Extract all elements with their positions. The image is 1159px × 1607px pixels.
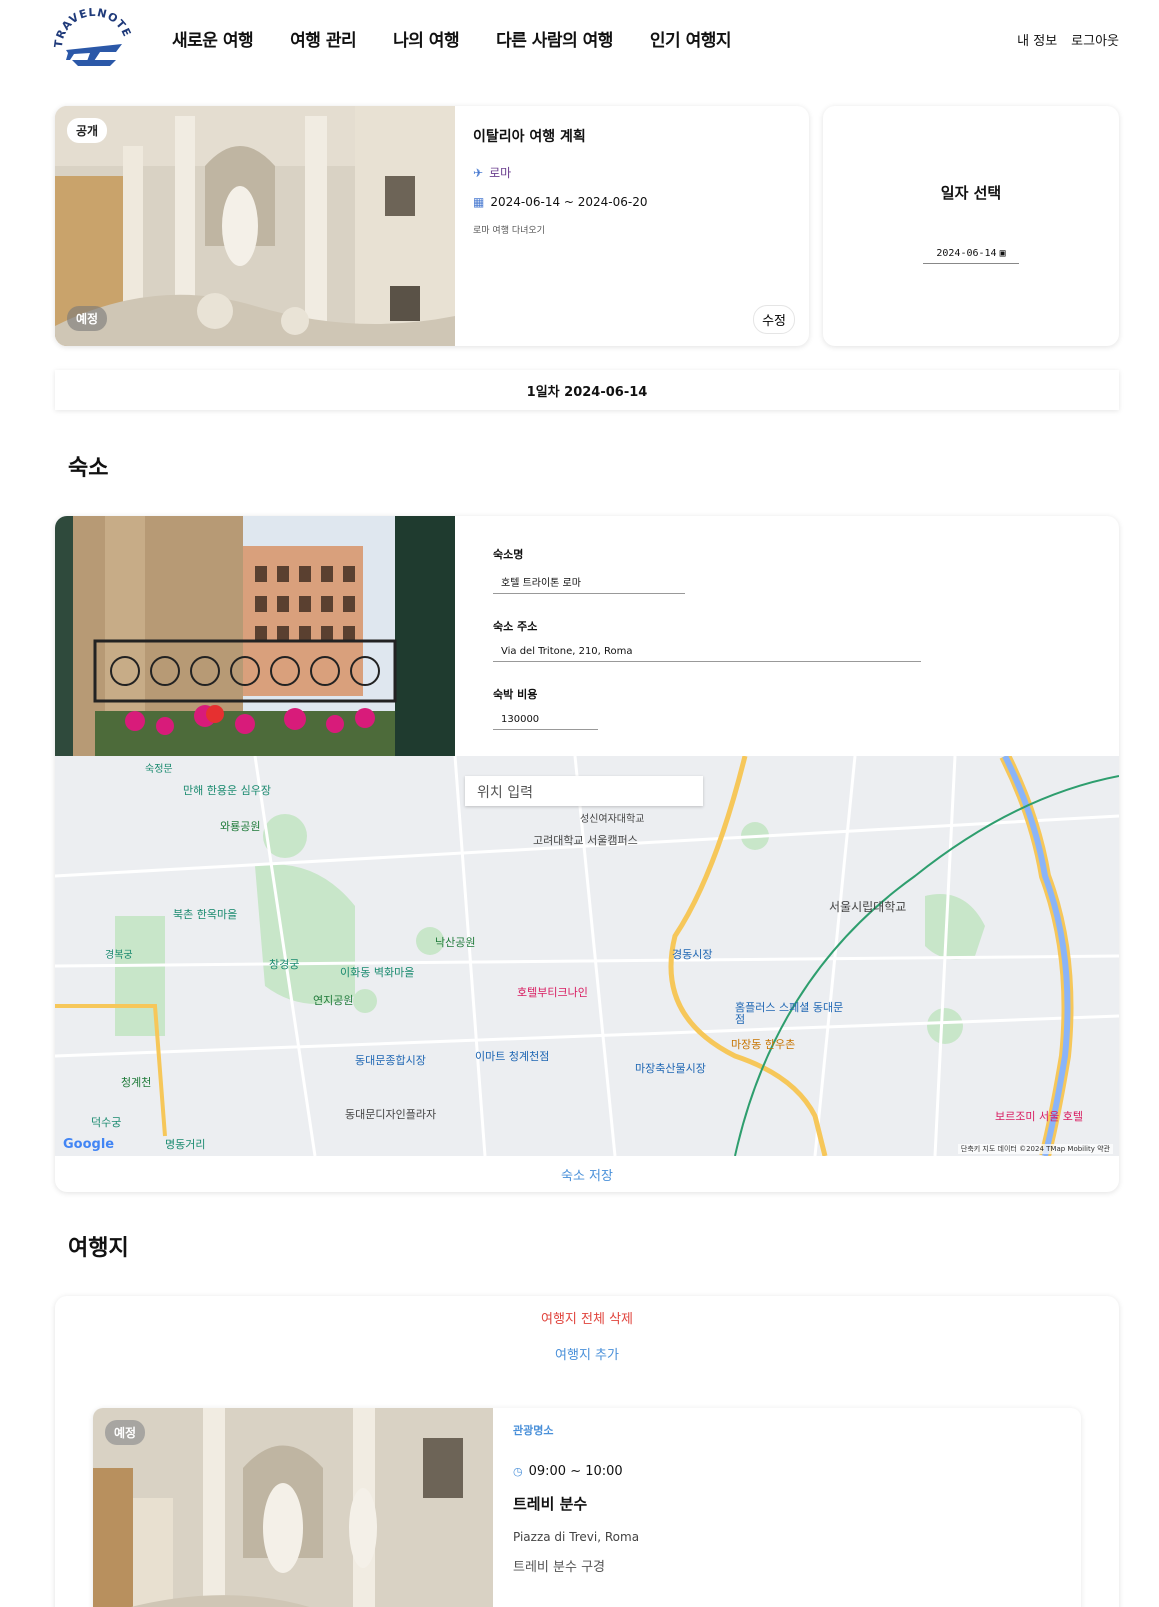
map-attribution[interactable]: 단축키 지도 데이터 ©2024 TMap Mobility 약관: [957, 1144, 1113, 1154]
map-label: 연지공원: [313, 994, 354, 1007]
accommodation-address-label: 숙소 주소: [493, 620, 538, 633]
map-label: 북촌 한옥마을: [173, 908, 238, 921]
accommodation-name-label: 숙소명: [493, 548, 524, 561]
date-input-value: 2024-06-14: [936, 248, 997, 259]
place-description: 트레비 분수 구경: [513, 1560, 605, 1575]
place-time: 09:00 ~ 10:00: [528, 1464, 623, 1479]
map-label: 창경궁: [269, 958, 300, 971]
main-nav: 새로운 여행 여행 관리 나의 여행 다른 사람의 여행 인기 여행지: [172, 26, 768, 51]
save-accommodation-button[interactable]: 숙소 저장: [55, 1156, 1119, 1192]
place-item[interactable]: 예정 관광명소 ◷ 09:00 ~ 10:00 트레비 분수 Piazza di…: [93, 1408, 1081, 1607]
top-header: TRAVELNOTE 새로운 여행 여행 관리 나의 여행 다른 사람의 여행 …: [0, 0, 1159, 80]
trip-city-row: ✈ 로마: [473, 164, 793, 181]
clock-icon: ◷: [513, 1465, 523, 1478]
edit-trip-button[interactable]: 수정: [753, 305, 795, 334]
logout-link[interactable]: 로그아웃: [1071, 30, 1119, 49]
travelnote-logo[interactable]: TRAVELNOTE: [52, 4, 136, 70]
delete-all-places-button[interactable]: 여행지 전체 삭제: [55, 1308, 1119, 1327]
map-label: 숙정문: [145, 764, 173, 775]
map-label: 보르조미 서울 호텔: [995, 1110, 1083, 1123]
date-select-card: 일자 선택 2024-06-14 ▣: [823, 106, 1119, 346]
accommodation-map[interactable]: 위치 입력 숙정문 만해 한용운 심우장 와룡공원 성신여자대학교 고려대학교 …: [55, 756, 1119, 1156]
accommodation-name-input[interactable]: 호텔 트라이톤 로마: [493, 570, 685, 594]
calendar-icon: ▦: [473, 195, 485, 209]
date-input[interactable]: 2024-06-14 ▣: [923, 244, 1019, 264]
accommodation-form: 숙소명 호텔 트라이톤 로마 숙소 주소 Via del Tritone, 21…: [493, 546, 1093, 754]
logo-text: TRAVELNOTE: [52, 6, 133, 49]
accommodation-section-title: 숙소: [68, 456, 109, 481]
visibility-badge: 공개: [67, 118, 108, 143]
nav-new-trip[interactable]: 새로운 여행: [172, 26, 254, 51]
map-label: 경복궁: [105, 950, 133, 961]
trip-dates: 2024-06-14 ~ 2024-06-20: [490, 195, 648, 209]
nav-my-trips[interactable]: 나의 여행: [393, 26, 459, 51]
place-name: 트레비 분수: [513, 1495, 588, 1513]
map-label: 이마트 청계천점: [475, 1050, 550, 1063]
google-logo: Google: [63, 1137, 115, 1152]
trip-summary-card: 공개 예정 이탈리아 여행 계획 ✈ 로마 ▦ 2024-06-14 ~ 202…: [55, 106, 809, 346]
accommodation-address-input[interactable]: Via del Tritone, 210, Roma: [493, 642, 921, 662]
map-label: 와룡공원: [220, 820, 261, 833]
place-category: 관광명소: [513, 1424, 554, 1437]
map-label: 마장동 한우촌: [731, 1038, 796, 1051]
map-label: 경동시장: [672, 948, 713, 961]
places-card: 여행지 전체 삭제 여행지 추가 예정 관광명소 ◷ 09:00 ~ 10:00: [55, 1296, 1119, 1607]
trip-status-badge: 예정: [67, 306, 108, 331]
map-label: 청계천: [121, 1076, 152, 1089]
user-links: 내 정보 로그아웃: [1017, 30, 1119, 49]
map-label: 고려대학교 서울캠퍼스: [533, 834, 638, 847]
map-label: 이화동 벽화마을: [340, 966, 415, 979]
place-info: 관광명소 ◷ 09:00 ~ 10:00 트레비 분수 Piazza di Tr…: [513, 1422, 639, 1575]
map-label: 동대문종합시장: [355, 1054, 426, 1067]
accommodation-card: 숙소명 호텔 트라이톤 로마 숙소 주소 Via del Tritone, 21…: [55, 516, 1119, 1192]
map-location-input[interactable]: 위치 입력: [465, 776, 703, 806]
nav-trip-management[interactable]: 여행 관리: [290, 26, 356, 51]
map-label: 마장축산물시장: [635, 1062, 706, 1075]
trip-description: 로마 여행 다녀오기: [473, 226, 545, 236]
accommodation-photo: [55, 516, 455, 756]
map-label: 호텔부티크나인: [517, 986, 588, 999]
map-label: 서울시립대학교: [829, 900, 907, 914]
day-bar: 1일차 2024-06-14: [55, 370, 1119, 410]
trip-dates-row: ▦ 2024-06-14 ~ 2024-06-20: [473, 195, 793, 209]
place-time-row: ◷ 09:00 ~ 10:00: [513, 1464, 639, 1479]
accommodation-cost-label: 숙박 비용: [493, 688, 538, 701]
map-label: 낙산공원: [435, 936, 476, 949]
my-info-link[interactable]: 내 정보: [1017, 30, 1057, 49]
trip-title: 이탈리아 여행 계획: [473, 129, 586, 145]
map-label: 홈플러스 스페셜 동대문점: [735, 1001, 844, 1026]
trip-photo: 공개 예정: [55, 106, 455, 346]
add-place-button[interactable]: 여행지 추가: [55, 1344, 1119, 1363]
place-status-badge: 예정: [105, 1420, 146, 1445]
suitcase-icon: ✈: [473, 165, 484, 180]
svg-text:TRAVELNOTE: TRAVELNOTE: [52, 6, 134, 49]
date-select-title: 일자 선택: [940, 184, 1002, 202]
accommodation-cost-input[interactable]: 130000: [493, 710, 598, 730]
trip-city: 로마: [489, 166, 512, 180]
map-label: 만해 한용운 심우장: [183, 784, 271, 797]
map-label: 덕수궁: [91, 1116, 122, 1129]
place-address: Piazza di Trevi, Roma: [513, 1530, 640, 1544]
nav-others-trips[interactable]: 다른 사람의 여행: [496, 26, 613, 51]
map-label: 성신여자대학교: [580, 814, 645, 825]
map-label: 명동거리: [165, 1138, 206, 1151]
nav-popular-destinations[interactable]: 인기 여행지: [650, 26, 732, 51]
calendar-picker-icon[interactable]: ▣: [1000, 248, 1006, 259]
place-photo: 예정: [93, 1408, 493, 1607]
trip-info: 이탈리아 여행 계획 ✈ 로마 ▦ 2024-06-14 ~ 2024-06-2…: [473, 126, 793, 236]
places-section-title: 여행지: [68, 1236, 129, 1261]
map-label: 동대문디자인플라자: [345, 1108, 437, 1121]
